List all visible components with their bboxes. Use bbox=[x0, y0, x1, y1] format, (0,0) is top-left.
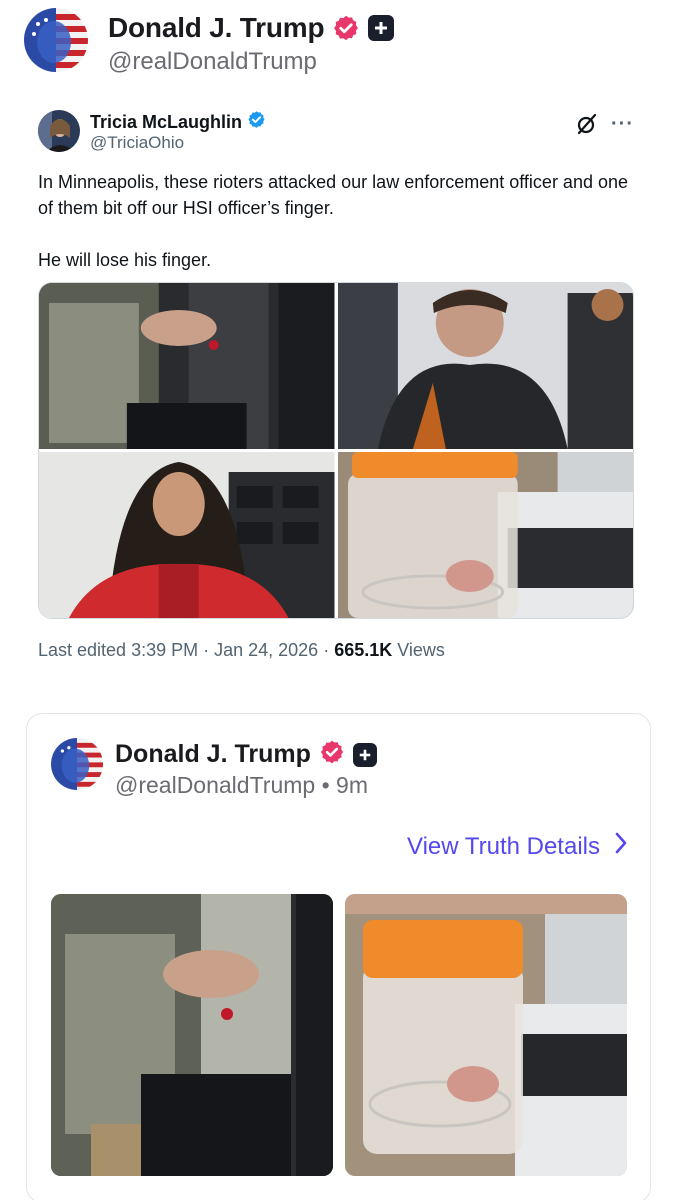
author-avatar[interactable] bbox=[24, 8, 88, 72]
media-photo-4[interactable] bbox=[337, 452, 633, 618]
media-photo-3[interactable] bbox=[39, 452, 335, 618]
views-label: Views bbox=[392, 640, 445, 660]
media-photo-1[interactable] bbox=[39, 283, 335, 449]
post-age: 9m bbox=[336, 772, 368, 798]
quoted-author-handle[interactable]: @TriciaOhio bbox=[90, 133, 184, 153]
truth-author-name[interactable]: Donald J. Trump bbox=[115, 740, 311, 769]
author-handle[interactable]: @realDonaldTrump bbox=[108, 48, 317, 76]
tweet-text-paragraph-2: He will lose his finger. bbox=[38, 250, 212, 270]
author-name[interactable]: Donald J. Trump bbox=[108, 12, 325, 44]
media-grid bbox=[38, 282, 634, 619]
truth-author-handle[interactable]: @realDonaldTrump bbox=[115, 772, 315, 798]
verified-badge-icon bbox=[319, 739, 345, 770]
truth-handle-row: @realDonaldTrump • 9m bbox=[115, 772, 368, 799]
post-header: Donald J. Trump @realDonaldTrump bbox=[24, 8, 664, 78]
quoted-author-name[interactable]: Tricia McLaughlin bbox=[90, 112, 242, 133]
tweet-meta: Last edited 3:39 PM · Jan 24, 2026 · 665… bbox=[38, 640, 445, 661]
quoted-tweet-text: In Minneapolis, these rioters attacked o… bbox=[38, 169, 638, 299]
verified-badge-icon bbox=[332, 14, 360, 42]
chevron-right-icon bbox=[614, 832, 628, 861]
verified-blue-icon bbox=[247, 110, 266, 134]
view-truth-details-link[interactable]: View Truth Details bbox=[407, 832, 628, 861]
more-options-icon[interactable]: ··· bbox=[611, 114, 634, 134]
media-photo-2[interactable] bbox=[337, 283, 633, 449]
bullet-separator: • bbox=[315, 772, 337, 798]
plus-badge-icon bbox=[368, 15, 395, 41]
truth-author-avatar[interactable] bbox=[51, 738, 103, 790]
views-count[interactable]: 665.1K bbox=[334, 640, 392, 660]
edited-timestamp: Last edited 3:39 PM · Jan 24, 2026 · bbox=[38, 640, 335, 660]
quoted-author-avatar[interactable] bbox=[38, 110, 80, 152]
plus-badge-icon bbox=[352, 742, 377, 767]
tweet-text-paragraph-1: In Minneapolis, these rioters attacked o… bbox=[38, 172, 629, 218]
grok-icon[interactable] bbox=[575, 112, 599, 136]
truth-photo-1[interactable] bbox=[51, 894, 333, 1176]
truth-card[interactable]: Donald J. Trump @realDonaldTrump • 9m Vi… bbox=[26, 713, 651, 1200]
quoted-tweet[interactable]: Tricia McLaughlin @TriciaOhio ··· In Min… bbox=[24, 92, 654, 692]
truth-photo-2[interactable] bbox=[345, 894, 627, 1176]
view-details-label[interactable]: View Truth Details bbox=[407, 833, 600, 861]
